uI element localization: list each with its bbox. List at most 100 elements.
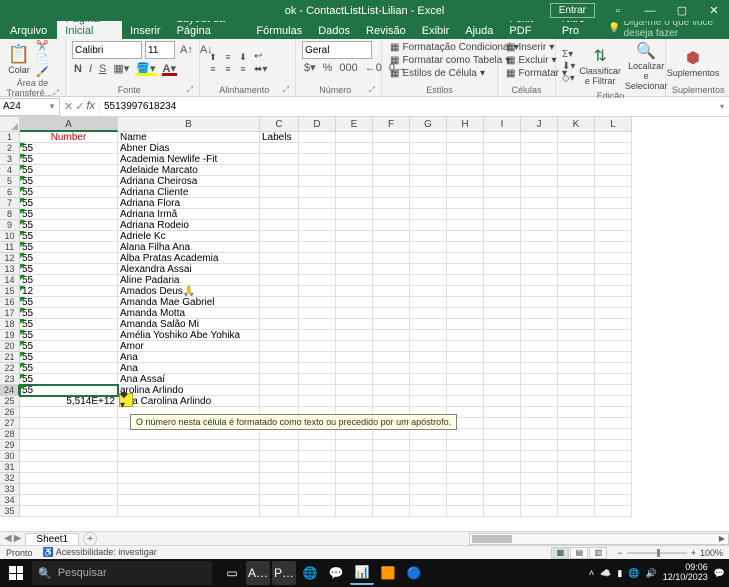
cell-D1[interactable] — [299, 132, 336, 143]
cell-B12[interactable]: Alba Pratas Academia — [118, 253, 260, 264]
cell-F30[interactable] — [373, 451, 410, 462]
cell-L12[interactable] — [595, 253, 632, 264]
row-header-10[interactable]: 10 — [0, 231, 20, 242]
cell-I19[interactable] — [484, 330, 521, 341]
cell-H31[interactable] — [447, 462, 484, 473]
cell-D34[interactable] — [299, 495, 336, 506]
cell-I9[interactable] — [484, 220, 521, 231]
cell-B2[interactable]: Abner Dias — [118, 143, 260, 154]
cell-I27[interactable] — [484, 418, 521, 429]
cell-C11[interactable] — [260, 242, 299, 253]
cell-E9[interactable] — [336, 220, 373, 231]
cell-I7[interactable] — [484, 198, 521, 209]
row-header-9[interactable]: 9 — [0, 220, 20, 231]
cell-B13[interactable]: Alexandra Assai — [118, 264, 260, 275]
copy-button[interactable]: 📄 — [36, 54, 48, 65]
row-header-17[interactable]: 17 — [0, 308, 20, 319]
cell-I25[interactable] — [484, 396, 521, 407]
cell-B9[interactable]: Adriana Rodeio — [118, 220, 260, 231]
task-view-button[interactable]: ▭ — [220, 561, 244, 585]
cell-J2[interactable] — [521, 143, 558, 154]
cell-I26[interactable] — [484, 407, 521, 418]
cell-D18[interactable] — [299, 319, 336, 330]
cell-I8[interactable] — [484, 209, 521, 220]
cell-E32[interactable] — [336, 473, 373, 484]
cell-B10[interactable]: Adriele Kc — [118, 231, 260, 242]
cell-J9[interactable] — [521, 220, 558, 231]
cell-F16[interactable] — [373, 297, 410, 308]
cell-I10[interactable] — [484, 231, 521, 242]
cell-G23[interactable] — [410, 374, 447, 385]
row-header-21[interactable]: 21 — [0, 352, 20, 363]
taskbar-app-1[interactable]: A… — [246, 561, 270, 585]
column-header-K[interactable]: K — [558, 117, 595, 132]
cell-E19[interactable] — [336, 330, 373, 341]
name-box[interactable]: A24▼ — [0, 98, 60, 116]
column-header-L[interactable]: L — [595, 117, 632, 132]
column-header-F[interactable]: F — [373, 117, 410, 132]
cell-F4[interactable] — [373, 165, 410, 176]
cell-F9[interactable] — [373, 220, 410, 231]
cell-J1[interactable] — [521, 132, 558, 143]
cell-C24[interactable] — [260, 385, 299, 396]
addins-button[interactable]: ⬢Suplementos — [667, 48, 720, 78]
row-header-1[interactable]: 1 — [0, 132, 20, 143]
currency-button[interactable]: $▾ — [302, 61, 318, 74]
cell-H4[interactable] — [447, 165, 484, 176]
percent-button[interactable]: % — [321, 62, 335, 74]
cell-C12[interactable] — [260, 253, 299, 264]
cell-G19[interactable] — [410, 330, 447, 341]
cell-E34[interactable] — [336, 495, 373, 506]
cell-H29[interactable] — [447, 440, 484, 451]
cell-K17[interactable] — [558, 308, 595, 319]
cell-G34[interactable] — [410, 495, 447, 506]
cut-button[interactable]: ✂️ — [36, 41, 48, 52]
cell-A34[interactable] — [20, 495, 118, 506]
cell-H34[interactable] — [447, 495, 484, 506]
cell-E13[interactable] — [336, 264, 373, 275]
cell-C25[interactable] — [260, 396, 299, 407]
cell-D25[interactable] — [299, 396, 336, 407]
cell-K26[interactable] — [558, 407, 595, 418]
cell-K6[interactable] — [558, 187, 595, 198]
align-center-button[interactable]: ≡ — [221, 64, 235, 74]
sort-filter-button[interactable]: ⇅Classificar e Filtrar — [579, 46, 621, 86]
cell-J31[interactable] — [521, 462, 558, 473]
cell-J8[interactable] — [521, 209, 558, 220]
cell-E10[interactable] — [336, 231, 373, 242]
cell-B15[interactable]: Amados Deus🙏 — [118, 286, 260, 297]
row-header-24[interactable]: 24 — [0, 385, 20, 396]
cell-F33[interactable] — [373, 484, 410, 495]
cell-H33[interactable] — [447, 484, 484, 495]
maximize-button[interactable]: ▢ — [667, 0, 697, 21]
cell-H30[interactable] — [447, 451, 484, 462]
tab-view[interactable]: Exibir — [414, 23, 458, 39]
cell-C8[interactable] — [260, 209, 299, 220]
tab-help[interactable]: Ajuda — [457, 23, 501, 39]
cell-J24[interactable] — [521, 385, 558, 396]
cell-I28[interactable] — [484, 429, 521, 440]
row-header-7[interactable]: 7 — [0, 198, 20, 209]
row-header-31[interactable]: 31 — [0, 462, 20, 473]
error-smart-tag[interactable]: ◆ ▾ — [119, 393, 133, 407]
column-header-J[interactable]: J — [521, 117, 558, 132]
cell-D15[interactable] — [299, 286, 336, 297]
cell-G31[interactable] — [410, 462, 447, 473]
cell-J33[interactable] — [521, 484, 558, 495]
cell-J21[interactable] — [521, 352, 558, 363]
row-header-3[interactable]: 3 — [0, 154, 20, 165]
cell-H2[interactable] — [447, 143, 484, 154]
cell-F2[interactable] — [373, 143, 410, 154]
cell-G10[interactable] — [410, 231, 447, 242]
cell-G28[interactable] — [410, 429, 447, 440]
cell-B4[interactable]: Adelaide Marcato — [118, 165, 260, 176]
notifications-button[interactable]: 💬 — [714, 568, 725, 579]
cell-F3[interactable] — [373, 154, 410, 165]
ribbon-options-button[interactable]: ▫ — [603, 0, 633, 21]
cell-K15[interactable] — [558, 286, 595, 297]
cell-G5[interactable] — [410, 176, 447, 187]
cell-H1[interactable] — [447, 132, 484, 143]
row-header-15[interactable]: 15 — [0, 286, 20, 297]
cell-J13[interactable] — [521, 264, 558, 275]
cell-L34[interactable] — [595, 495, 632, 506]
